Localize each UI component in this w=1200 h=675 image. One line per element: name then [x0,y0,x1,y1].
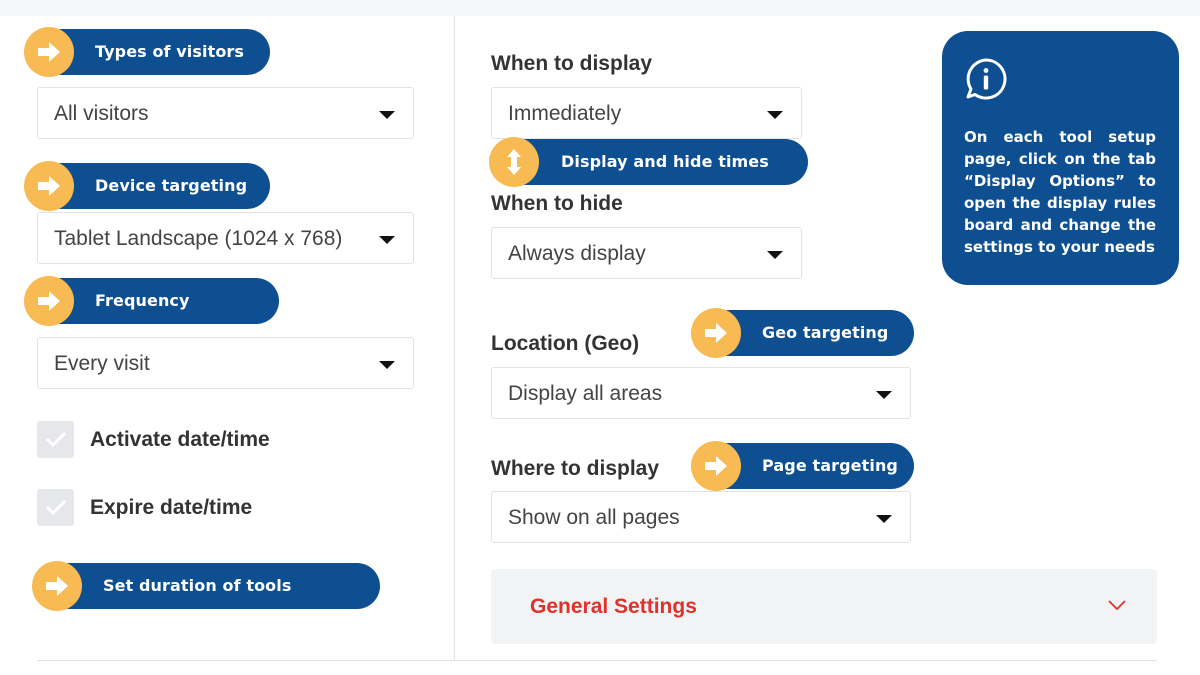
general-settings-accordion[interactable]: General Settings [491,569,1157,644]
device-select[interactable]: Tablet Landscape (1024 x 768) [37,212,414,264]
caret-down-icon [767,111,783,119]
location-value: Display all areas [508,382,663,405]
info-card-text: On each tool setup page, click on the ta… [964,128,1156,256]
display-hide-times-label: Display and hide times [561,152,769,171]
when-to-display-label: When to display [491,52,653,75]
frequency-value: Every visit [54,352,150,375]
check-icon [45,431,67,448]
expire-datetime-checkbox[interactable] [37,489,74,526]
arrow-right-icon [691,441,741,491]
caret-down-icon [379,236,395,244]
arrow-right-icon [32,561,82,611]
activate-datetime-label: Activate date/time [90,428,270,451]
display-hide-times-tag: Display and hide times [489,137,808,187]
types-of-visitors-label: Types of visitors [95,42,245,61]
set-duration-tag: Set duration of tools [32,561,380,611]
general-settings-title: General Settings [530,595,697,618]
location-select[interactable]: Display all areas [491,367,911,419]
frequency-label: Frequency [95,291,190,310]
visitor-type-value: All visitors [54,102,149,125]
activate-datetime-checkbox[interactable] [37,421,74,458]
arrow-right-icon [24,161,74,211]
bottom-divider [37,660,1157,661]
types-of-visitors-tag: Types of visitors [24,27,270,77]
double-arrow-vertical-icon [489,137,539,187]
location-geo-label: Location (Geo) [491,332,640,355]
caret-down-icon [876,391,892,399]
where-to-display-label: Where to display [491,457,660,480]
set-duration-label: Set duration of tools [103,576,292,595]
arrow-right-icon [24,276,74,326]
when-to-display-select[interactable]: Immediately [491,87,802,139]
when-to-display-value: Immediately [508,102,622,125]
chevron-down-icon[interactable] [1107,599,1127,611]
arrow-right-icon [24,27,74,77]
frequency-select[interactable]: Every visit [37,337,414,389]
geo-targeting-tag: Geo targeting [691,308,914,358]
when-to-hide-label: When to hide [491,192,623,215]
column-divider [454,16,455,660]
where-to-display-value: Show on all pages [508,506,680,529]
frequency-tag: Frequency [24,276,279,326]
info-card: On each tool setup page, click on the ta… [942,31,1179,285]
where-to-display-select[interactable]: Show on all pages [491,491,911,543]
page-targeting-tag: Page targeting [691,441,914,491]
when-to-hide-select[interactable]: Always display [491,227,802,279]
arrow-right-icon [691,308,741,358]
caret-down-icon [767,251,783,259]
geo-targeting-label: Geo targeting [762,323,889,342]
info-bubble-icon [966,58,1007,100]
device-value: Tablet Landscape (1024 x 768) [54,227,343,250]
top-band [0,0,1200,16]
caret-down-icon [379,361,395,369]
caret-down-icon [876,515,892,523]
when-to-hide-value: Always display [508,242,646,265]
device-targeting-tag: Device targeting [24,161,270,211]
expire-datetime-label: Expire date/time [90,496,253,519]
visitor-type-select[interactable]: All visitors [37,87,414,139]
caret-down-icon [379,111,395,119]
page-targeting-label: Page targeting [762,456,898,475]
device-targeting-label: Device targeting [95,176,248,195]
check-icon [45,499,67,516]
